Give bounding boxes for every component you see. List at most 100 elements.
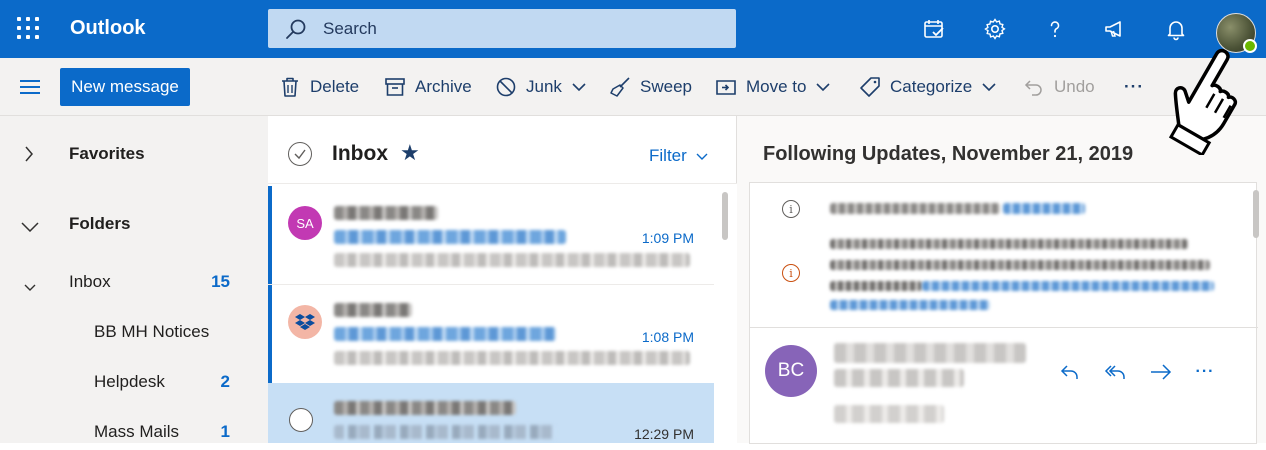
- favorite-star-icon[interactable]: ★: [400, 140, 420, 166]
- reply-all-icon[interactable]: [1102, 358, 1130, 386]
- redacted-warning-text: [830, 281, 922, 291]
- archive-button[interactable]: Archive: [383, 74, 472, 100]
- undo-label: Undo: [1054, 77, 1095, 96]
- message-item[interactable]: 1:08 PM: [268, 285, 714, 383]
- sender-avatar[interactable]: BC: [765, 345, 817, 397]
- message-time: 12:29 PM: [634, 426, 694, 442]
- redacted-subject: [334, 425, 556, 439]
- folder-pane: Favorites Folders Inbox 15 BB MH Notices…: [0, 116, 268, 443]
- junk-button[interactable]: Junk: [494, 74, 586, 100]
- sender-avatar: SA: [288, 206, 322, 240]
- redacted-link[interactable]: [1003, 203, 1085, 214]
- junk-label: Junk: [526, 77, 562, 96]
- search-box[interactable]: Search: [268, 9, 736, 48]
- undo-button[interactable]: Undo: [1022, 74, 1095, 100]
- junk-block-icon: [494, 75, 518, 99]
- message-list: Inbox ★ Filter SA 1:09 PM 1:08 PM 12:29 …: [268, 116, 737, 443]
- more-actions-button[interactable]: ···: [1124, 74, 1144, 100]
- delete-label: Delete: [310, 77, 360, 96]
- chevron-down-icon: [21, 219, 39, 237]
- warning-icon: i: [782, 264, 800, 282]
- sender-avatar: [288, 305, 322, 339]
- folder-label: Helpdesk: [94, 372, 165, 391]
- message-time: 1:08 PM: [641, 329, 694, 345]
- message-time: 1:09 PM: [641, 230, 694, 246]
- hand-pointer-cursor-icon: [1160, 40, 1250, 157]
- nav-favorites[interactable]: Favorites: [0, 136, 268, 172]
- my-day-icon[interactable]: [918, 13, 950, 45]
- tag-icon: [858, 75, 882, 99]
- list-title: Inbox: [332, 142, 388, 165]
- inbox-unread-count: 15: [211, 272, 230, 291]
- redacted-subject: [334, 327, 556, 341]
- message-list-scrollbar[interactable]: [714, 184, 737, 443]
- move-to-button[interactable]: Move to: [714, 74, 831, 100]
- redacted-sender: [334, 401, 516, 415]
- move-to-folder-icon: [714, 75, 738, 99]
- search-icon: [284, 17, 308, 41]
- categorize-label: Categorize: [890, 77, 973, 96]
- forward-icon[interactable]: [1147, 358, 1175, 386]
- divider: [750, 327, 1258, 328]
- app-launcher-icon[interactable]: [16, 16, 42, 42]
- scrollbar-thumb[interactable]: [1253, 190, 1259, 238]
- command-bar: New message Delete Archive Junk Sweep Mo…: [0, 58, 1266, 116]
- message-item[interactable]: SA 1:09 PM: [268, 186, 714, 284]
- top-bar: Outlook Search: [0, 0, 1266, 58]
- settings-gear-icon[interactable]: [979, 13, 1011, 45]
- email-subject: Following Updates, November 21, 2019: [763, 143, 1134, 165]
- sweep-label: Sweep: [640, 77, 692, 96]
- feedback-megaphone-icon[interactable]: [1099, 13, 1131, 45]
- reply-icon[interactable]: [1056, 358, 1084, 386]
- delete-button[interactable]: Delete: [278, 74, 359, 100]
- move-to-chevron-down-icon[interactable]: [816, 77, 831, 97]
- message-item[interactable]: 12:29 PM: [268, 383, 714, 443]
- redacted-date: [834, 405, 944, 423]
- help-icon[interactable]: [1039, 13, 1071, 45]
- email-card: i i BC ···: [749, 182, 1258, 444]
- undo-icon: [1022, 75, 1046, 99]
- folder-label: Mass Mails: [94, 422, 180, 441]
- junk-chevron-down-icon[interactable]: [572, 77, 586, 97]
- nav-folder-mass-mails[interactable]: Mass Mails 1: [0, 414, 268, 450]
- favorites-label: Favorites: [69, 144, 145, 163]
- redacted-sender: [334, 206, 438, 220]
- filter-label: Filter: [649, 146, 687, 165]
- reading-pane-scrollbar[interactable]: [1246, 182, 1266, 443]
- new-message-button[interactable]: New message: [60, 68, 190, 106]
- archive-icon: [383, 75, 407, 99]
- select-message-checkbox[interactable]: [289, 408, 313, 432]
- nav-inbox[interactable]: Inbox 15: [0, 264, 268, 300]
- nav-folders[interactable]: Folders: [0, 206, 268, 242]
- app-name[interactable]: Outlook: [70, 17, 146, 40]
- inbox-label: Inbox: [69, 272, 111, 291]
- dropbox-icon: [295, 314, 315, 330]
- trash-icon: [278, 75, 302, 99]
- info-icon: i: [782, 200, 800, 218]
- archive-label: Archive: [415, 77, 472, 96]
- redacted-sender-name: [834, 343, 1026, 363]
- categorize-chevron-down-icon[interactable]: [982, 77, 996, 97]
- sweep-button[interactable]: Sweep: [608, 74, 692, 100]
- redacted-sender: [334, 303, 412, 317]
- nav-folder-helpdesk[interactable]: Helpdesk 2: [0, 364, 268, 400]
- search-placeholder: Search: [323, 19, 377, 38]
- more-actions-icon[interactable]: ···: [1191, 358, 1219, 386]
- redacted-link[interactable]: [922, 281, 1214, 291]
- select-all-checkbox[interactable]: [288, 142, 312, 166]
- reading-pane: Following Updates, November 21, 2019 i i…: [737, 116, 1266, 444]
- folder-unread-count: 2: [220, 372, 230, 391]
- redacted-subject: [334, 230, 566, 244]
- hamburger-menu-icon[interactable]: [20, 80, 40, 94]
- redacted-warning-text: [830, 260, 1210, 270]
- scrollbar-thumb[interactable]: [722, 192, 728, 240]
- redacted-preview: [334, 351, 690, 365]
- broom-icon: [608, 75, 632, 99]
- categorize-button[interactable]: Categorize: [858, 74, 996, 100]
- chevron-down-icon: [24, 279, 36, 297]
- folders-label: Folders: [69, 214, 131, 233]
- redacted-warning-text: [830, 239, 1188, 249]
- redacted-link[interactable]: [830, 300, 990, 310]
- filter-button[interactable]: Filter: [649, 146, 708, 166]
- nav-folder-bb-mh-notices[interactable]: BB MH Notices: [0, 314, 268, 350]
